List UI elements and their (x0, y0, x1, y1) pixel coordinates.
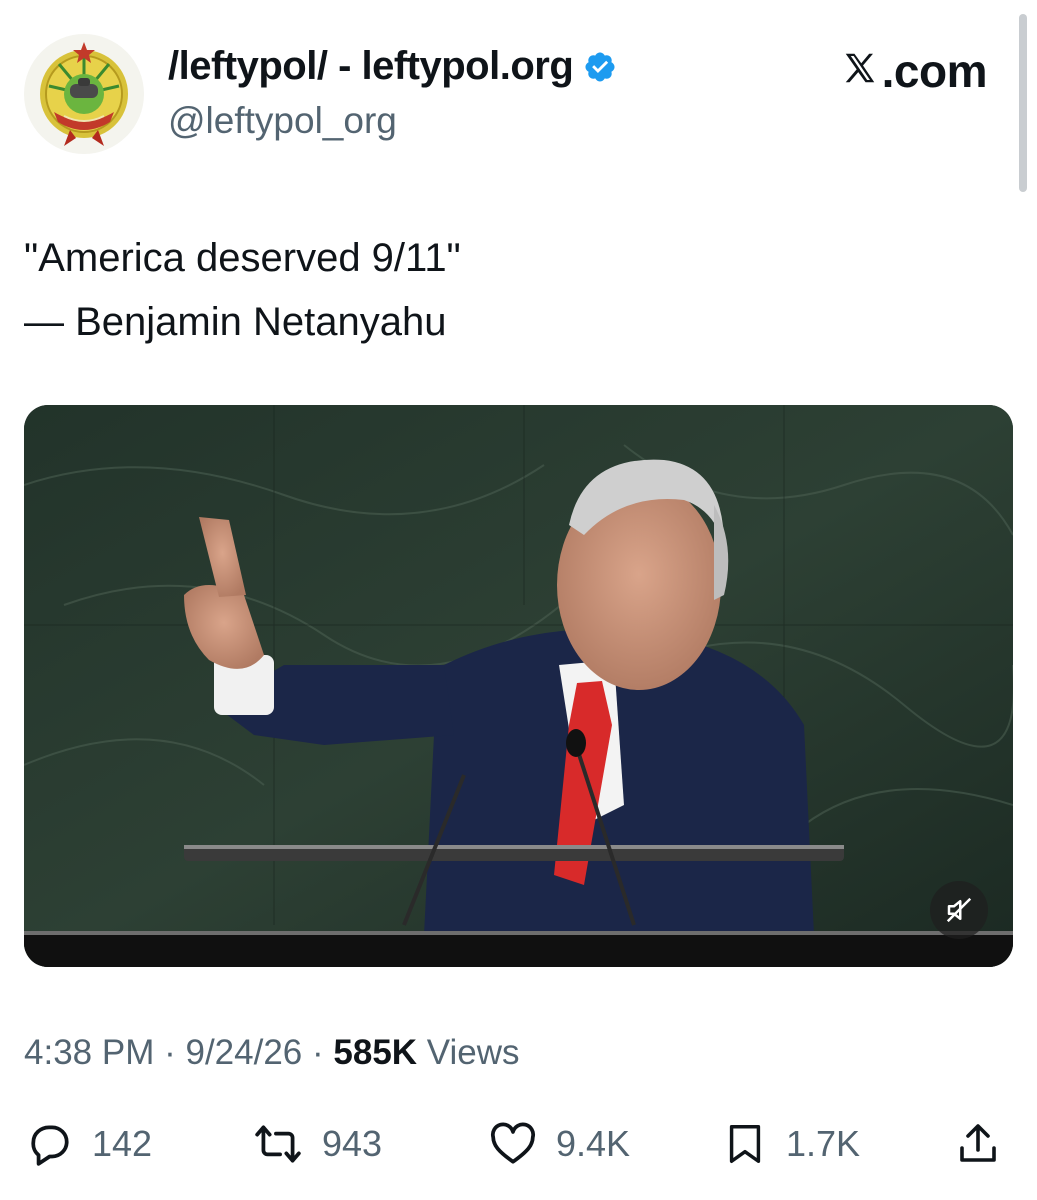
tweet-time[interactable]: 4:38 PM (24, 1033, 154, 1072)
tweet-line-2: — Benjamin Netanyahu (24, 300, 447, 344)
action-bar: 142 943 9.4K 1.7K (24, 1112, 1009, 1176)
mute-button[interactable] (930, 881, 988, 939)
leftypol-logo (40, 42, 128, 146)
like-button[interactable]: 9.4K (488, 1112, 630, 1176)
tweet-meta: 4:38 PM · 9/24/26 · 585K Views (24, 1033, 520, 1073)
reply-button[interactable]: 142 (24, 1112, 152, 1176)
reply-count: 142 (92, 1123, 153, 1164)
tweet-text: "America deserved 9/11" — Benjamin Netan… (24, 226, 461, 354)
repost-button[interactable]: 943 (252, 1112, 382, 1176)
reply-icon (31, 1125, 69, 1166)
repost-count: 943 (322, 1123, 383, 1164)
scrollbar[interactable] (1019, 14, 1027, 192)
x-logo-icon (845, 53, 874, 83)
share-icon (960, 1124, 996, 1162)
handle[interactable]: @leftypol_org (168, 100, 397, 142)
bookmark-button[interactable]: 1.7K (722, 1112, 860, 1176)
repost-icon (255, 1125, 301, 1163)
bookmark-count: 1.7K (786, 1123, 861, 1164)
bookmark-icon (729, 1125, 761, 1163)
meta-separator: · (312, 1033, 324, 1072)
verified-badge-icon (585, 51, 615, 82)
like-icon (490, 1122, 536, 1164)
meta-separator: · (164, 1033, 176, 1072)
brand-domain: .com (881, 45, 988, 97)
brand-label: .com (840, 44, 988, 98)
like-count: 9.4K (556, 1123, 631, 1164)
views-count[interactable]: 585K (333, 1033, 417, 1072)
views-label[interactable]: Views (427, 1033, 520, 1072)
author-name-row[interactable]: /leftypol/ - leftypol.org (168, 44, 617, 89)
muted-speaker-icon (946, 897, 972, 923)
display-name[interactable]: /leftypol/ - leftypol.org (168, 44, 574, 89)
tweet-date[interactable]: 9/24/26 (185, 1033, 302, 1072)
avatar[interactable] (24, 34, 144, 154)
share-button[interactable] (954, 1112, 1002, 1176)
video-frame (24, 405, 1013, 967)
video-player[interactable] (24, 405, 1013, 967)
tweet-line-1: "America deserved 9/11" (24, 236, 461, 280)
